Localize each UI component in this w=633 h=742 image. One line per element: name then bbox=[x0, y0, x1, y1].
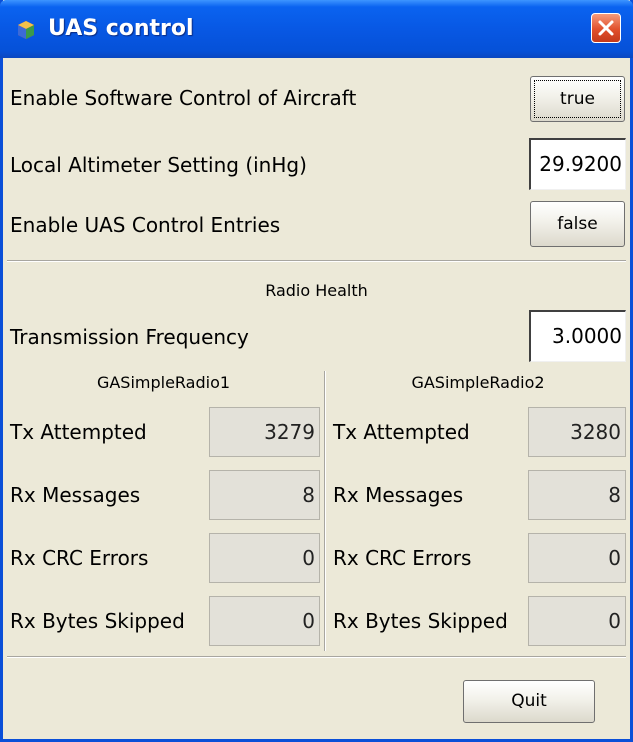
radio1-rx-messages-label: Rx Messages bbox=[10, 483, 141, 507]
radio2-rx-crc-errors-value: 0 bbox=[528, 533, 626, 583]
radio2-rx-bytes-skipped-label: Rx Bytes Skipped bbox=[333, 609, 508, 633]
radio2-tx-attempted-value: 3280 bbox=[528, 407, 626, 457]
window-title: UAS control bbox=[48, 16, 194, 41]
radio2-rx-crc-errors-label: Rx CRC Errors bbox=[333, 546, 472, 570]
uas-entries-label: Enable UAS Control Entries bbox=[10, 213, 281, 237]
quit-button[interactable]: Quit bbox=[463, 680, 595, 723]
close-icon bbox=[598, 20, 614, 36]
radio1-rx-messages-value: 8 bbox=[209, 470, 320, 520]
radio2-rx-messages-label: Rx Messages bbox=[333, 483, 464, 507]
radio2-rx-messages-value: 8 bbox=[528, 470, 626, 520]
radio-column-divider bbox=[324, 371, 326, 651]
uas-entries-toggle[interactable]: false bbox=[530, 201, 625, 247]
radio2-rx-bytes-skipped-value: 0 bbox=[528, 596, 626, 646]
software-control-toggle[interactable]: true bbox=[530, 76, 625, 122]
radio1-rx-bytes-skipped-value: 0 bbox=[209, 596, 320, 646]
frequency-label: Transmission Frequency bbox=[10, 325, 249, 349]
content-area: Enable Software Control of Aircraft true… bbox=[3, 55, 630, 739]
radio1-rx-crc-errors-label: Rx CRC Errors bbox=[10, 546, 149, 570]
radio-health-heading: Radio Health bbox=[265, 281, 368, 300]
radio1-tx-attempted-label: Tx Attempted bbox=[10, 420, 147, 444]
radio1-rx-bytes-skipped-label: Rx Bytes Skipped bbox=[10, 609, 185, 633]
radio1-rx-crc-errors-value: 0 bbox=[209, 533, 320, 583]
app-icon bbox=[18, 21, 34, 39]
altimeter-label: Local Altimeter Setting (inHg) bbox=[10, 153, 307, 177]
footer-divider bbox=[7, 656, 626, 658]
radio1-tx-attempted-value: 3279 bbox=[209, 407, 320, 457]
frequency-input[interactable]: 3.0000 bbox=[529, 310, 626, 362]
title-bar[interactable]: UAS control bbox=[0, 0, 633, 58]
radio1-name: GASimpleRadio1 bbox=[96, 373, 231, 392]
radio2-name: GASimpleRadio2 bbox=[411, 373, 545, 392]
uas-control-window: UAS control Enable Software Control of A… bbox=[0, 0, 633, 742]
radio2-tx-attempted-label: Tx Attempted bbox=[333, 420, 470, 444]
software-control-label: Enable Software Control of Aircraft bbox=[10, 86, 357, 110]
section-divider bbox=[7, 260, 626, 262]
altimeter-input[interactable]: 29.9200 bbox=[529, 138, 626, 190]
close-button[interactable] bbox=[591, 13, 621, 43]
